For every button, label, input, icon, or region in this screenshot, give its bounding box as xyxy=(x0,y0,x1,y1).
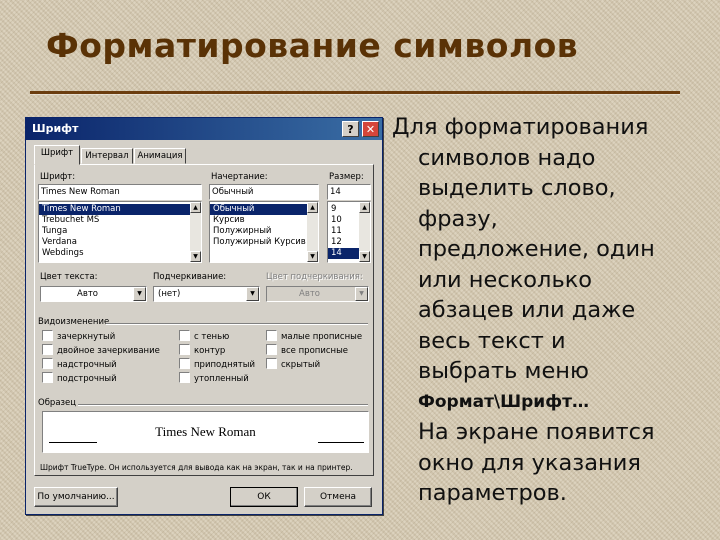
body-line: Для форматирования xyxy=(392,114,649,140)
style-list[interactable]: Обычный Курсив Полужирный Полужирный Кур… xyxy=(209,201,319,263)
effects-label: Видоизменение xyxy=(38,317,110,327)
shadow-checkbox[interactable]: с тенью xyxy=(179,330,229,342)
color-value: Авто xyxy=(77,289,98,299)
small-caps-checkbox[interactable]: малые прописные xyxy=(266,330,362,342)
size-input[interactable]: 14 xyxy=(327,184,371,200)
body-line: На экране появится xyxy=(418,419,655,445)
list-item[interactable]: Tunga xyxy=(39,226,201,237)
list-item[interactable]: Обычный xyxy=(210,204,318,215)
list-item[interactable]: Webdings xyxy=(39,248,201,259)
list-item[interactable]: Полужирный Курсив xyxy=(210,237,318,248)
font-note: Шрифт TrueType. Он используется для выво… xyxy=(40,463,353,472)
dialog-title: Шрифт xyxy=(32,122,79,135)
body-line: или несколько xyxy=(418,266,593,293)
style-input[interactable]: Обычный xyxy=(209,184,319,200)
body-line: окно для указания xyxy=(418,449,641,476)
preview-rule-left xyxy=(49,442,97,443)
color-label: Цвет текста: xyxy=(40,272,98,282)
subscript-checkbox[interactable]: подстрочный xyxy=(42,372,117,384)
close-button[interactable]: ✕ xyxy=(362,121,379,137)
slide-body: Для форматирования символов надо выделит… xyxy=(392,112,712,509)
scroll-up-icon[interactable]: ▲ xyxy=(307,202,318,213)
body-line: выделить слово, xyxy=(418,175,616,201)
font-dialog: Шрифт ? ✕ Шрифт Интервал Анимация Шрифт:… xyxy=(25,117,383,515)
engrave-checkbox[interactable]: утопленный xyxy=(179,372,249,384)
preview-text: Times New Roman xyxy=(155,424,256,439)
scroll-down-icon[interactable]: ▼ xyxy=(307,251,318,262)
cancel-button[interactable]: Отмена xyxy=(304,487,372,507)
menu-path: Формат\Шрифт… xyxy=(418,391,589,412)
chevron-down-icon[interactable]: ▼ xyxy=(246,287,259,301)
body-line: предложение, один xyxy=(418,236,655,262)
preview-label: Образец xyxy=(38,398,77,408)
effects-divider xyxy=(106,323,368,325)
outline-checkbox[interactable]: контур xyxy=(179,344,225,356)
default-button[interactable]: По умолчанию... xyxy=(34,487,118,507)
chevron-down-icon[interactable]: ▼ xyxy=(133,287,146,301)
font-scrollbar[interactable]: ▲ ▼ xyxy=(190,202,201,262)
list-item[interactable]: Полужирный xyxy=(210,226,318,237)
tab-font[interactable]: Шрифт xyxy=(34,145,80,165)
emboss-checkbox[interactable]: приподнятый xyxy=(179,358,255,370)
dialog-titlebar[interactable]: Шрифт ? ✕ xyxy=(26,118,382,140)
tab-animation[interactable]: Анимация xyxy=(134,148,186,164)
help-button[interactable]: ? xyxy=(342,121,359,137)
style-label: Начертание: xyxy=(211,172,268,182)
double-strikethrough-checkbox[interactable]: двойное зачеркивание xyxy=(42,344,160,356)
style-scrollbar[interactable]: ▲ ▼ xyxy=(307,202,318,262)
preview-divider xyxy=(78,404,368,406)
slide-title: Форматирование символов xyxy=(46,26,579,65)
font-input[interactable]: Times New Roman xyxy=(38,184,202,200)
body-line: выбрать меню xyxy=(418,358,589,384)
scroll-up-icon[interactable]: ▲ xyxy=(359,202,370,213)
title-divider xyxy=(30,91,680,94)
list-item[interactable]: Trebuchet MS xyxy=(39,215,201,226)
superscript-checkbox[interactable]: надстрочный xyxy=(42,358,117,370)
hidden-checkbox[interactable]: скрытый xyxy=(266,358,320,370)
scroll-down-icon[interactable]: ▼ xyxy=(190,251,201,262)
underline-color-value: Авто xyxy=(299,289,320,299)
preview-rule-right xyxy=(318,442,364,443)
strikethrough-checkbox[interactable]: зачеркнутый xyxy=(42,330,115,342)
ok-button[interactable]: ОК xyxy=(230,487,298,507)
preview-box: Times New Roman xyxy=(42,411,369,453)
underline-value: (нет) xyxy=(158,289,181,299)
underline-label: Подчеркивание: xyxy=(153,272,227,282)
body-line: весь текст и xyxy=(418,327,566,354)
body-line: символов надо xyxy=(418,144,596,171)
font-list[interactable]: Times New Roman Trebuchet MS Tunga Verda… xyxy=(38,201,202,263)
body-line: абзацев или даже xyxy=(418,297,636,323)
body-line: параметров. xyxy=(418,480,567,506)
color-select[interactable]: Авто ▼ xyxy=(40,286,147,302)
scroll-down-icon[interactable]: ▼ xyxy=(359,251,370,262)
size-label: Размер: xyxy=(329,172,364,182)
size-scrollbar[interactable]: ▲ ▼ xyxy=(359,202,370,262)
body-line: фразу, xyxy=(418,205,498,232)
tab-spacing[interactable]: Интервал xyxy=(81,148,133,164)
underline-color-select: Авто ▼ xyxy=(266,286,369,302)
list-item[interactable]: Verdana xyxy=(39,237,201,248)
underline-color-label: Цвет подчеркивания: xyxy=(266,272,363,282)
underline-select[interactable]: (нет) ▼ xyxy=(153,286,260,302)
all-caps-checkbox[interactable]: все прописные xyxy=(266,344,348,356)
size-list[interactable]: 9 10 11 12 14 ▲ ▼ xyxy=(327,201,371,263)
chevron-down-icon: ▼ xyxy=(355,287,368,301)
font-label: Шрифт: xyxy=(40,172,76,182)
list-item[interactable]: Times New Roman xyxy=(39,204,201,215)
scroll-up-icon[interactable]: ▲ xyxy=(190,202,201,213)
list-item[interactable]: Курсив xyxy=(210,215,318,226)
